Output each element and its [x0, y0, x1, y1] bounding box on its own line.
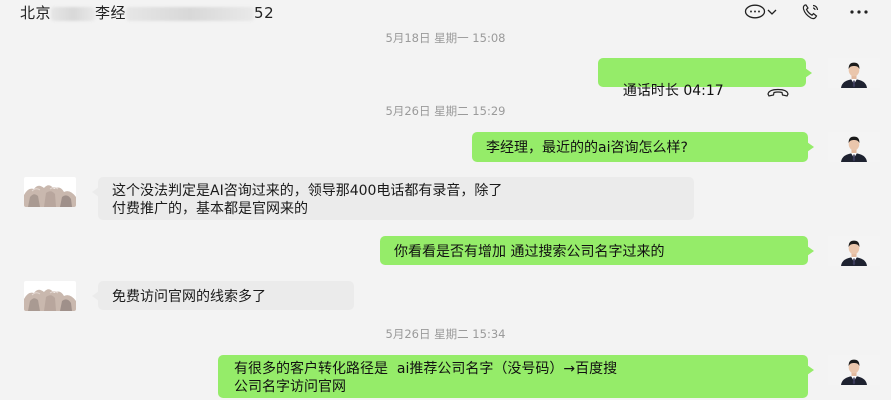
- my-avatar[interactable]: [828, 355, 880, 385]
- timestamp: 5月18日 星期一 15:08: [385, 31, 506, 45]
- contact-name: 北京 李经 52: [20, 4, 275, 22]
- contact-avatar[interactable]: [24, 281, 76, 311]
- outgoing-message[interactable]: 你看看是否有增加 通过搜索公司名字过来的: [380, 236, 814, 265]
- my-avatar[interactable]: [828, 132, 880, 162]
- incoming-message[interactable]: 这个没法判定是AI咨询过来的，领导那400电话都有录音，除了 付费推广的，基本都…: [92, 177, 694, 220]
- outgoing-message[interactable]: 有很多的客户转化路径是 ai推荐公司名字（没号码）→百度搜 公司名字访问官网: [218, 355, 814, 398]
- chevron-down-icon[interactable]: [765, 1, 779, 23]
- outgoing-message[interactable]: 李经理，最近的的ai咨询怎么样?: [472, 132, 814, 162]
- my-avatar[interactable]: [828, 236, 880, 266]
- phone-call-icon[interactable]: [793, 1, 829, 23]
- incoming-message[interactable]: 免费访问官网的线索多了: [92, 281, 354, 310]
- contact-avatar[interactable]: [24, 177, 76, 207]
- more-icon[interactable]: [841, 1, 877, 23]
- call-duration-label: 通话时长 04:17: [622, 83, 724, 99]
- timestamp: 5月26日 星期二 15:29: [385, 104, 506, 118]
- my-avatar[interactable]: [828, 58, 880, 88]
- call-record-bubble[interactable]: 通话时长 04:17: [598, 58, 812, 99]
- timestamp: 5月26日 星期二 15:34: [385, 327, 506, 341]
- redacted-area: [126, 6, 255, 21]
- chat-header: 北京 李经 52: [0, 0, 891, 26]
- redacted-area: [51, 6, 96, 21]
